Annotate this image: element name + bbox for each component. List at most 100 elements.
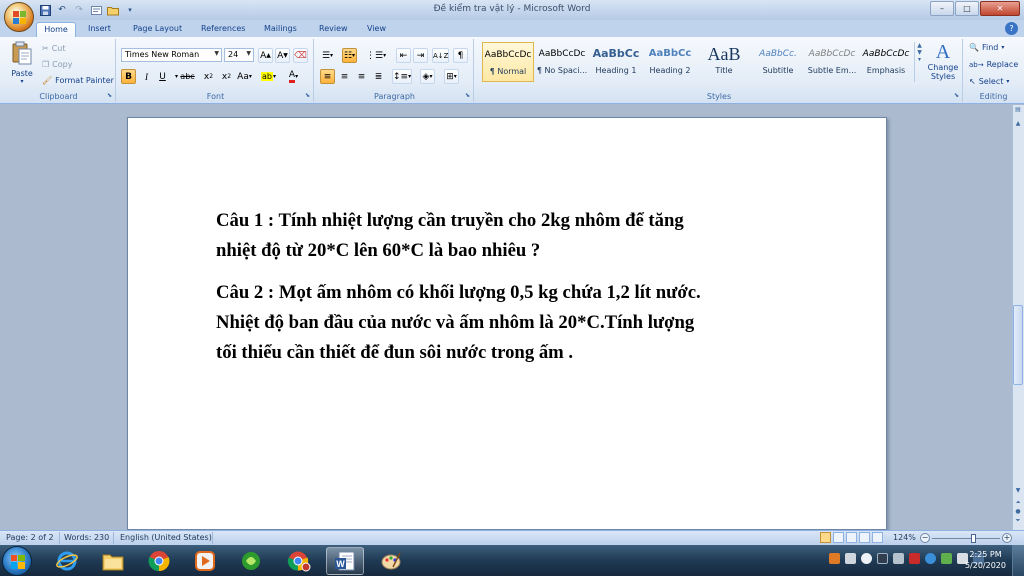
ruler-toggle-icon[interactable]: ▤: [1013, 106, 1023, 117]
office-button[interactable]: [4, 2, 34, 32]
replace-button[interactable]: ab→ Replace: [969, 60, 1018, 69]
style-subtle-emphasis[interactable]: AaBbCcDc Subtle Em...: [806, 42, 858, 82]
start-button[interactable]: [2, 546, 32, 576]
full-screen-reading-view-icon[interactable]: [833, 532, 844, 543]
borders-button[interactable]: ⊞ ▾: [444, 69, 459, 84]
tab-insert[interactable]: Insert: [88, 22, 111, 37]
decrease-indent-button[interactable]: ⇤: [396, 48, 411, 63]
microsoft-word-icon[interactable]: W: [326, 547, 364, 575]
increase-indent-button[interactable]: ⇥: [413, 48, 428, 63]
scroll-up-icon[interactable]: ▲: [1013, 120, 1023, 131]
tray-app-icon[interactable]: [925, 553, 936, 564]
align-left-button[interactable]: ≡: [320, 69, 335, 84]
game-app-icon[interactable]: [232, 547, 270, 575]
system-clock[interactable]: 2:25 PM 5/20/2020: [965, 549, 1006, 571]
outline-view-icon[interactable]: [859, 532, 870, 543]
tab-references[interactable]: References: [201, 22, 245, 37]
line-spacing-button[interactable]: ↕≡ ▾: [392, 69, 413, 84]
file-explorer-icon[interactable]: [94, 547, 132, 575]
tab-review[interactable]: Review: [319, 22, 348, 37]
scroll-down-icon[interactable]: ▼: [1013, 487, 1023, 498]
format-painter-button[interactable]: 🖌 Format Painter: [42, 76, 114, 85]
tab-mailings[interactable]: Mailings: [264, 22, 297, 37]
monitor-icon[interactable]: [877, 553, 888, 564]
bold-button[interactable]: B: [121, 69, 136, 84]
font-size-select[interactable]: 24 ▼: [224, 48, 254, 62]
shading-button[interactable]: ◈ ▾: [420, 69, 435, 84]
shrink-font-button[interactable]: A ▼: [275, 48, 290, 63]
speaker-icon[interactable]: [861, 553, 872, 564]
tray-app-icon[interactable]: [941, 553, 952, 564]
find-button[interactable]: 🔍 Find ▾: [969, 43, 1004, 52]
zoom-out-icon[interactable]: −: [920, 533, 930, 543]
document-page[interactable]: Câu 1 : Tính nhiệt lượng cần truyền cho …: [127, 117, 887, 530]
copy-button[interactable]: ❐ Copy: [42, 60, 72, 69]
select-button[interactable]: ↖ Select ▾: [969, 77, 1009, 86]
internet-explorer-icon[interactable]: [48, 547, 86, 575]
numbering-button[interactable]: ☷ ▾: [342, 48, 357, 63]
superscript-button[interactable]: x2: [219, 69, 234, 84]
align-center-button[interactable]: ≡: [337, 69, 352, 84]
tray-app-icon[interactable]: [909, 553, 920, 564]
page-count[interactable]: Page: 2 of 2: [6, 533, 54, 542]
draft-view-icon[interactable]: [872, 532, 883, 543]
show-desktop-button[interactable]: [1012, 545, 1024, 576]
grow-font-button[interactable]: A ▲: [258, 48, 273, 63]
multilevel-list-button[interactable]: ⋮☰ ▾: [366, 48, 386, 63]
text-highlight-button[interactable]: ab ▾: [261, 69, 276, 84]
zoom-level[interactable]: 124%: [893, 533, 916, 542]
print-layout-view-icon[interactable]: [820, 532, 831, 543]
subscript-button[interactable]: x2: [201, 69, 216, 84]
maximize-button[interactable]: □: [955, 1, 979, 16]
minimize-button[interactable]: –: [930, 1, 954, 16]
tab-page-layout[interactable]: Page Layout: [133, 22, 182, 37]
font-family-select[interactable]: Times New Roman ▼: [121, 48, 222, 62]
next-page-icon[interactable]: ⏷: [1013, 517, 1023, 528]
chevron-down-icon[interactable]: ▼: [915, 49, 924, 56]
style-emphasis[interactable]: AaBbCcDc Emphasis: [860, 42, 912, 82]
style-heading-2[interactable]: AaBbCc Heading 2: [644, 42, 696, 82]
language-indicator[interactable]: English (United States): [120, 533, 212, 542]
tab-view[interactable]: View: [367, 22, 386, 37]
tray-app-icon[interactable]: [829, 553, 840, 564]
chevron-up-icon[interactable]: ▲: [915, 42, 924, 49]
tray-app-icon[interactable]: [893, 553, 904, 564]
styles-dialog-launcher-icon[interactable]: ⬊: [954, 92, 959, 99]
scrollbar-thumb[interactable]: [1013, 305, 1023, 385]
zoom-slider[interactable]: − +: [920, 533, 1012, 543]
clear-formatting-button[interactable]: ⌫: [293, 48, 308, 63]
word-count[interactable]: Words: 230: [64, 533, 109, 542]
chrome-icon[interactable]: [140, 547, 178, 575]
zoom-in-icon[interactable]: +: [1002, 533, 1012, 543]
help-icon[interactable]: ?: [1005, 22, 1018, 35]
style-normal[interactable]: AaBbCcDc ¶ Normal: [482, 42, 534, 82]
align-right-button[interactable]: ≡: [354, 69, 369, 84]
close-button[interactable]: ✕: [980, 1, 1020, 16]
style-subtitle[interactable]: AaBbCc. Subtitle: [752, 42, 804, 82]
change-case-button[interactable]: Aa ▾: [237, 69, 252, 84]
bullets-button[interactable]: ☰ ▾: [320, 48, 335, 63]
sort-button[interactable]: A↓Z: [432, 48, 450, 63]
font-color-button[interactable]: A ▾: [286, 69, 301, 84]
zoom-slider-handle[interactable]: [971, 534, 976, 543]
font-dialog-launcher-icon[interactable]: ⬊: [305, 92, 310, 99]
underline-button[interactable]: U: [155, 69, 170, 84]
tab-home[interactable]: Home: [36, 22, 76, 38]
italic-button[interactable]: I: [139, 69, 154, 84]
paste-button[interactable]: Paste ▾: [6, 41, 38, 85]
paint-icon[interactable]: [372, 547, 410, 575]
style-no-spacing[interactable]: AaBbCcDc ¶ No Spaci...: [536, 42, 588, 82]
style-heading-1[interactable]: AaBbCc Heading 1: [590, 42, 642, 82]
more-styles-icon[interactable]: ▾: [915, 56, 924, 63]
chrome-profile-icon[interactable]: [280, 547, 318, 575]
paragraph-dialog-launcher-icon[interactable]: ⬊: [465, 92, 470, 99]
show-formatting-button[interactable]: ¶: [453, 48, 468, 63]
justify-button[interactable]: ≣: [371, 69, 386, 84]
style-title[interactable]: AaB Title: [698, 42, 750, 82]
tray-app-icon[interactable]: [845, 553, 856, 564]
strikethrough-button[interactable]: abc: [180, 69, 195, 84]
web-layout-view-icon[interactable]: [846, 532, 857, 543]
clipboard-dialog-launcher-icon[interactable]: ⬊: [107, 92, 112, 99]
media-player-icon[interactable]: [186, 547, 224, 575]
change-styles-button[interactable]: A Change Styles: [926, 41, 960, 81]
